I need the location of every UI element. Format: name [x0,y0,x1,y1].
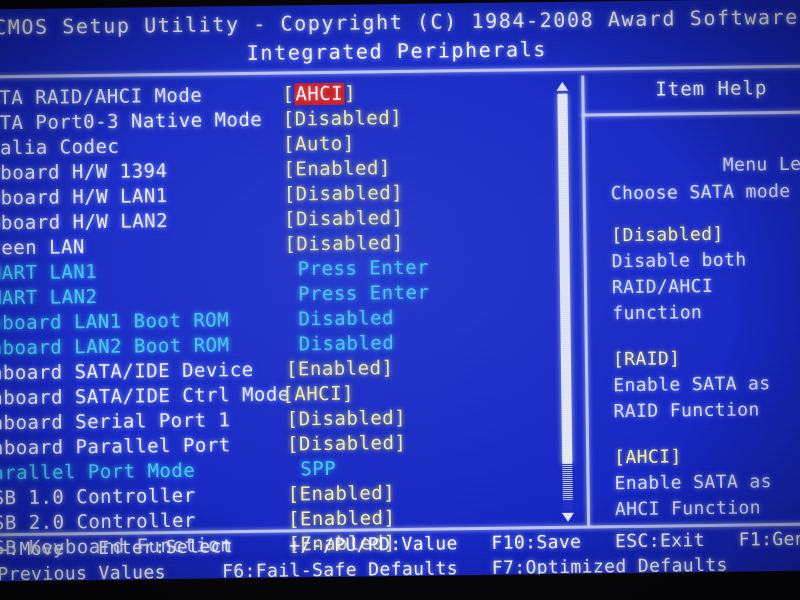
bios-setup-utility: CMOS Setup Utility - Copyright (C) 1984-… [0,0,800,582]
option-label: USB 1.0 Controller [0,484,196,510]
option-value[interactable]: Press Enter [298,257,430,281]
option-label: Onboard Parallel Port [0,434,231,460]
option-value[interactable]: [Enabled] [286,357,394,380]
help-entry-line: Enable SATA as [613,373,771,397]
option-label: Onboard LAN2 Boot ROM [0,334,230,360]
options-list: SATA RAID/AHCI Mode [AHCI] SATA Port0-3 Na… [0,76,583,560]
page-subtitle: Integrated Peripherals [246,37,548,65]
option-value[interactable]: [Enabled] [288,482,396,505]
crt-screen: CMOS Setup Utility - Copyright (C) 1984-… [0,0,800,582]
selected-value-highlight[interactable]: AHCI [294,82,345,106]
option-value[interactable]: [Enabled] [288,507,396,530]
help-entry-key: [Disabled] [611,223,724,247]
option-value[interactable]: [AHCI] [282,83,356,106]
option-label: Onboard H/W LAN1 [0,185,168,210]
option-label: Azalia Codec [0,135,120,160]
option-label: Onboard H/W 1394 [0,160,168,185]
help-entry-line: AHCI Function [614,497,762,521]
help-entry-line: function [612,302,703,325]
option-value[interactable]: [Disabled] [287,407,407,431]
item-help-title: Item Help [655,77,768,101]
option-value[interactable]: [Disabled] [284,232,404,256]
option-value[interactable]: [Disabled] [284,182,404,206]
option-label: Onboard SATA/IDE Ctrl Mode [0,383,290,410]
option-value[interactable]: Disabled [299,332,395,355]
option-label: Parallel Port Mode [0,459,196,485]
scroll-up-arrow-icon[interactable] [556,81,569,91]
option-value[interactable]: [Enabled] [283,157,391,180]
option-value[interactable]: [Auto] [283,133,355,156]
menu-level-label: Menu Level [722,153,800,176]
option-value[interactable]: [Disabled] [287,432,407,456]
option-value[interactable]: [AHCI] [282,383,354,406]
option-label: Onboard Serial Port 1 [0,409,231,435]
item-help-panel: Item Help Menu Level▶ Choose SATA mode [… [585,72,800,525]
scroll-down-arrow-icon[interactable] [561,512,575,522]
option-value[interactable]: Press Enter [298,282,430,306]
option-label: SMART LAN2 [0,285,98,310]
help-entry-line: RAID/AHCI [611,275,714,299]
help-description: Choose SATA mode [610,180,791,205]
option-label: Onboard H/W LAN2 [0,210,169,235]
help-entry-line: Disable both [611,249,747,273]
scrollbar-thumb-tail [562,463,573,500]
option-value[interactable]: SPP [300,458,336,480]
option-label: SATA Port0-3 Native Mode [0,108,263,135]
option-label: Green LAN [0,236,86,260]
option-value[interactable]: [Disabled] [284,207,404,231]
scrollbar-thumb[interactable] [557,93,573,464]
option-label: SATA RAID/AHCI Mode [0,84,203,110]
option-label: Onboard SATA/IDE Device [0,358,254,385]
option-value[interactable]: Disabled [298,307,394,330]
help-entry-key: [RAID] [612,348,681,371]
help-entries: [Disabled] Disable both RAID/AHCI function [… [585,72,800,520]
help-entry-line: RAID Function [613,399,760,423]
option-label: Onboard LAN1 Boot ROM [0,309,230,335]
option-value[interactable]: [Disabled] [283,107,403,131]
help-entry-line: Enable SATA as [614,471,773,495]
help-entry-key: [AHCI] [614,446,682,469]
bios-screen-photo: CMOS Setup Utility - Copyright (C) 1984-… [0,0,800,600]
option-label: SMART LAN1 [0,260,98,285]
